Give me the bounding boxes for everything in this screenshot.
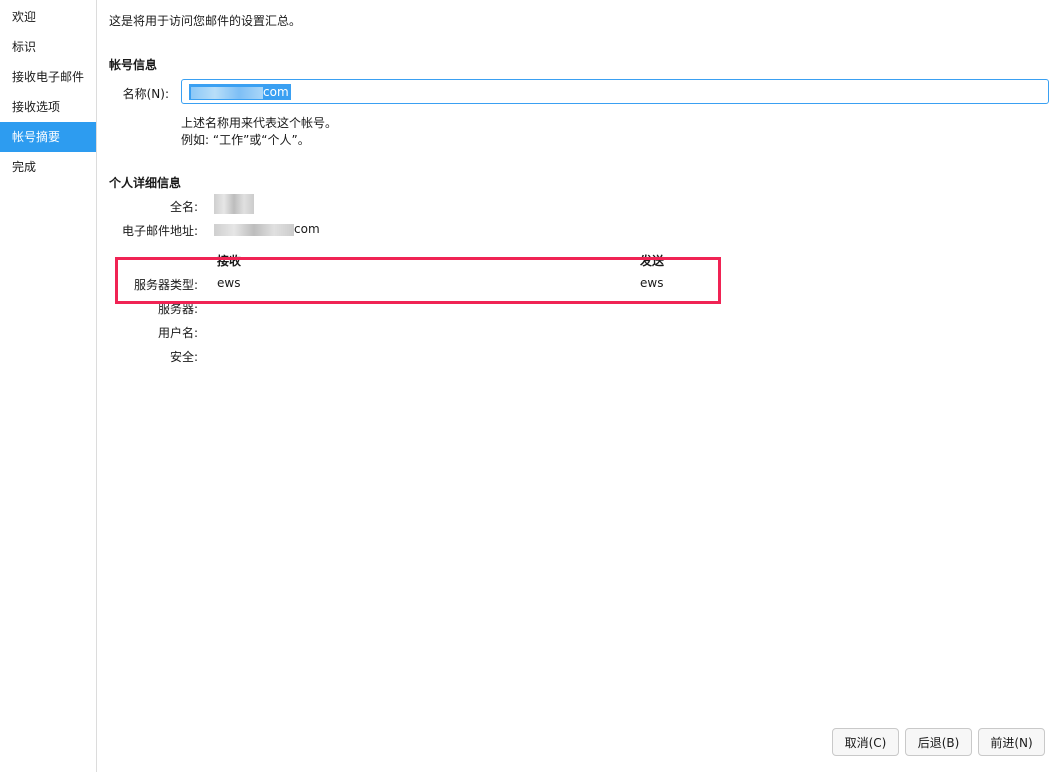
sidebar-item-receiving-options[interactable]: 接收选项 [0,92,96,122]
main-panel: 这是将用于访问您邮件的设置汇总。 帐号信息 名称(N): com 上述名称用来代… [97,0,1063,772]
email-label: 电子邮件地址: [121,224,198,238]
security-label: 安全: [169,350,198,364]
intro-text: 这是将用于访问您邮件的设置汇总。 [109,14,302,28]
name-label: 名称(N): [122,87,169,101]
name-field[interactable] [181,79,1049,104]
receive-server-type: ews [217,276,241,290]
username-label: 用户名: [157,326,198,340]
name-field-value: com [189,84,291,100]
sidebar: 欢迎 标识 接收电子邮件 接收选项 帐号摘要 完成 [0,0,97,772]
sidebar-item-done[interactable]: 完成 [0,152,96,182]
send-server-type: ews [640,276,664,290]
fullname-label: 全名: [169,200,198,214]
sidebar-item-welcome[interactable]: 欢迎 [0,2,96,32]
sidebar-item-account-summary[interactable]: 帐号摘要 [0,122,96,152]
email-suffix: com [294,222,320,236]
server-type-label: 服务器类型: [133,278,198,292]
send-header: 发送 [640,254,665,268]
forward-button[interactable]: 前进(N) [978,728,1045,756]
sidebar-item-identity[interactable]: 标识 [0,32,96,62]
name-field-suffix: com [263,85,289,99]
fullname-value [214,194,254,214]
highlight-annotation-box [115,257,721,304]
email-value: com [214,222,320,236]
receive-header: 接收 [217,254,242,268]
cancel-button[interactable]: 取消(C) [832,728,899,756]
redacted-fullname [214,194,254,214]
back-button[interactable]: 后退(B) [905,728,972,756]
server-label: 服务器: [157,302,198,316]
name-hint-line2: 例如: “工作”或“个人”。 [181,133,310,147]
sidebar-item-receiving-email[interactable]: 接收电子邮件 [0,62,96,92]
name-hint-line1: 上述名称用来代表这个帐号。 [181,116,338,130]
redacted-email [214,223,294,236]
redacted-name [191,86,263,99]
personal-details-heading: 个人详细信息 [109,176,182,190]
account-info-heading: 帐号信息 [109,58,158,72]
